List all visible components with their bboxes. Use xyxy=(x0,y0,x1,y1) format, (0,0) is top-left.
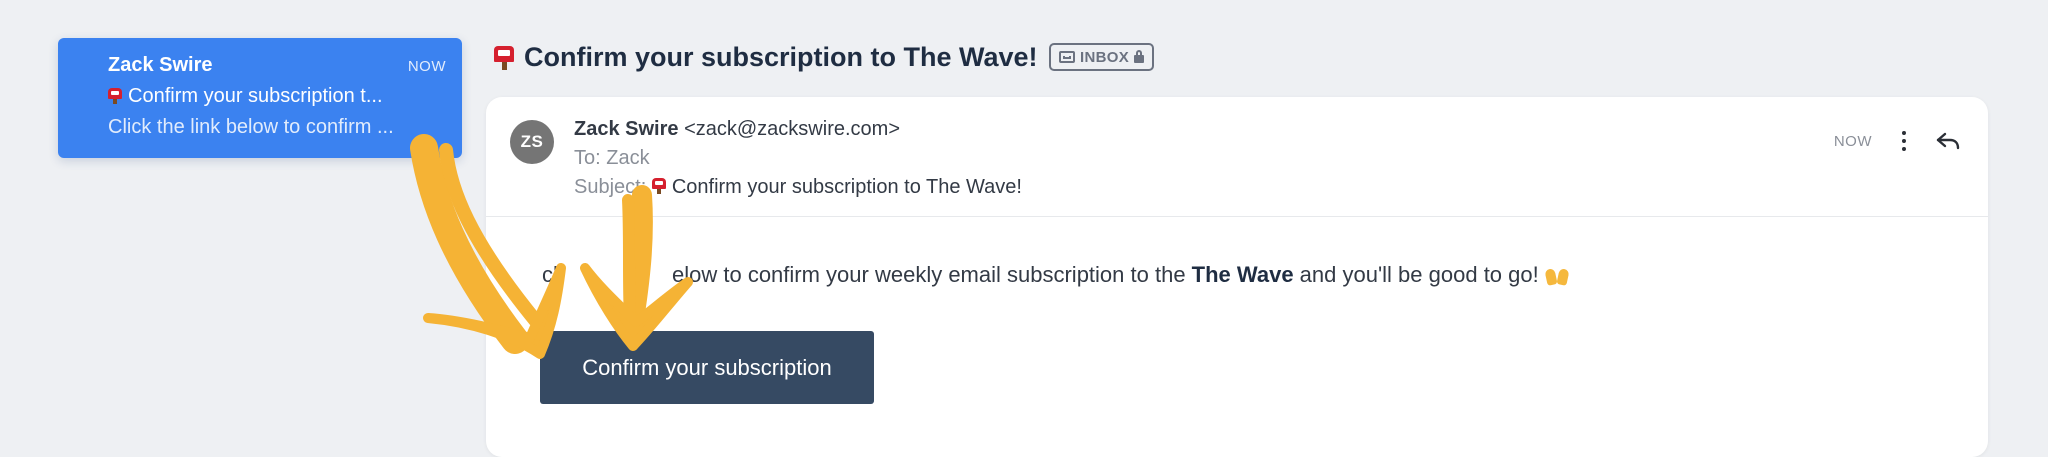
email-card: ZS Zack Swire <zack@zackswire.com> To: Z… xyxy=(486,97,1988,457)
from-email: <zack@zackswire.com> xyxy=(684,118,900,140)
tray-icon xyxy=(1059,51,1075,63)
email-time: NOW xyxy=(1833,132,1872,150)
email-header: Zack Swire <zack@zackswire.com> To: Zack… xyxy=(574,115,1022,202)
message-subject-text: Confirm your subscription t... xyxy=(128,85,383,107)
divider xyxy=(486,216,1988,217)
mailbox-icon xyxy=(108,88,122,104)
lock-icon xyxy=(1134,50,1145,63)
message-preview: Click the link below to confirm ... xyxy=(108,116,394,138)
from-name: Zack Swire xyxy=(574,118,679,140)
body-text-start: ck xyxy=(542,262,564,287)
message-time: NOW xyxy=(407,58,446,75)
email-title-text: Confirm your subscription to The Wave! xyxy=(524,42,1038,72)
message-list-item-header: Zack Swire NOW xyxy=(108,54,446,77)
email-toolbar: NOW xyxy=(1834,131,1960,151)
inbox-badge-label: INBOX xyxy=(1080,48,1130,66)
inbox-badge: INBOX xyxy=(1049,43,1155,71)
email-body: ck elow to confirm your weekly email subs… xyxy=(542,262,1570,288)
message-sender: Zack Swire xyxy=(108,54,213,76)
avatar: ZS xyxy=(510,120,554,164)
message-subject: Confirm your subscription t... xyxy=(108,85,446,108)
email-to: To: Zack xyxy=(574,147,650,169)
reply-icon[interactable] xyxy=(1936,131,1960,151)
email-from: Zack Swire <zack@zackswire.com> xyxy=(574,115,1022,144)
body-bold: The Wave xyxy=(1191,262,1294,287)
subject-label: Subject: xyxy=(574,176,647,198)
more-vertical-icon[interactable] xyxy=(1902,131,1906,151)
message-list-item[interactable]: Zack Swire NOW Confirm your subscription… xyxy=(58,38,462,158)
mailbox-icon xyxy=(494,45,514,70)
raising-hands-icon xyxy=(1544,263,1570,286)
body-text-mid: elow to confirm your weekly email subscr… xyxy=(672,262,1192,287)
body-text-end: and you'll be good to go! xyxy=(1293,262,1539,287)
mailbox-icon xyxy=(651,178,666,195)
subject-text: Confirm your subscription to The Wave! xyxy=(671,176,1022,198)
confirm-subscription-button[interactable]: Confirm your subscription xyxy=(540,331,874,404)
email-subject-line: Subject: Confirm your subscription to Th… xyxy=(574,173,1022,202)
email-title: Confirm your subscription to The Wave! xyxy=(494,42,1038,73)
